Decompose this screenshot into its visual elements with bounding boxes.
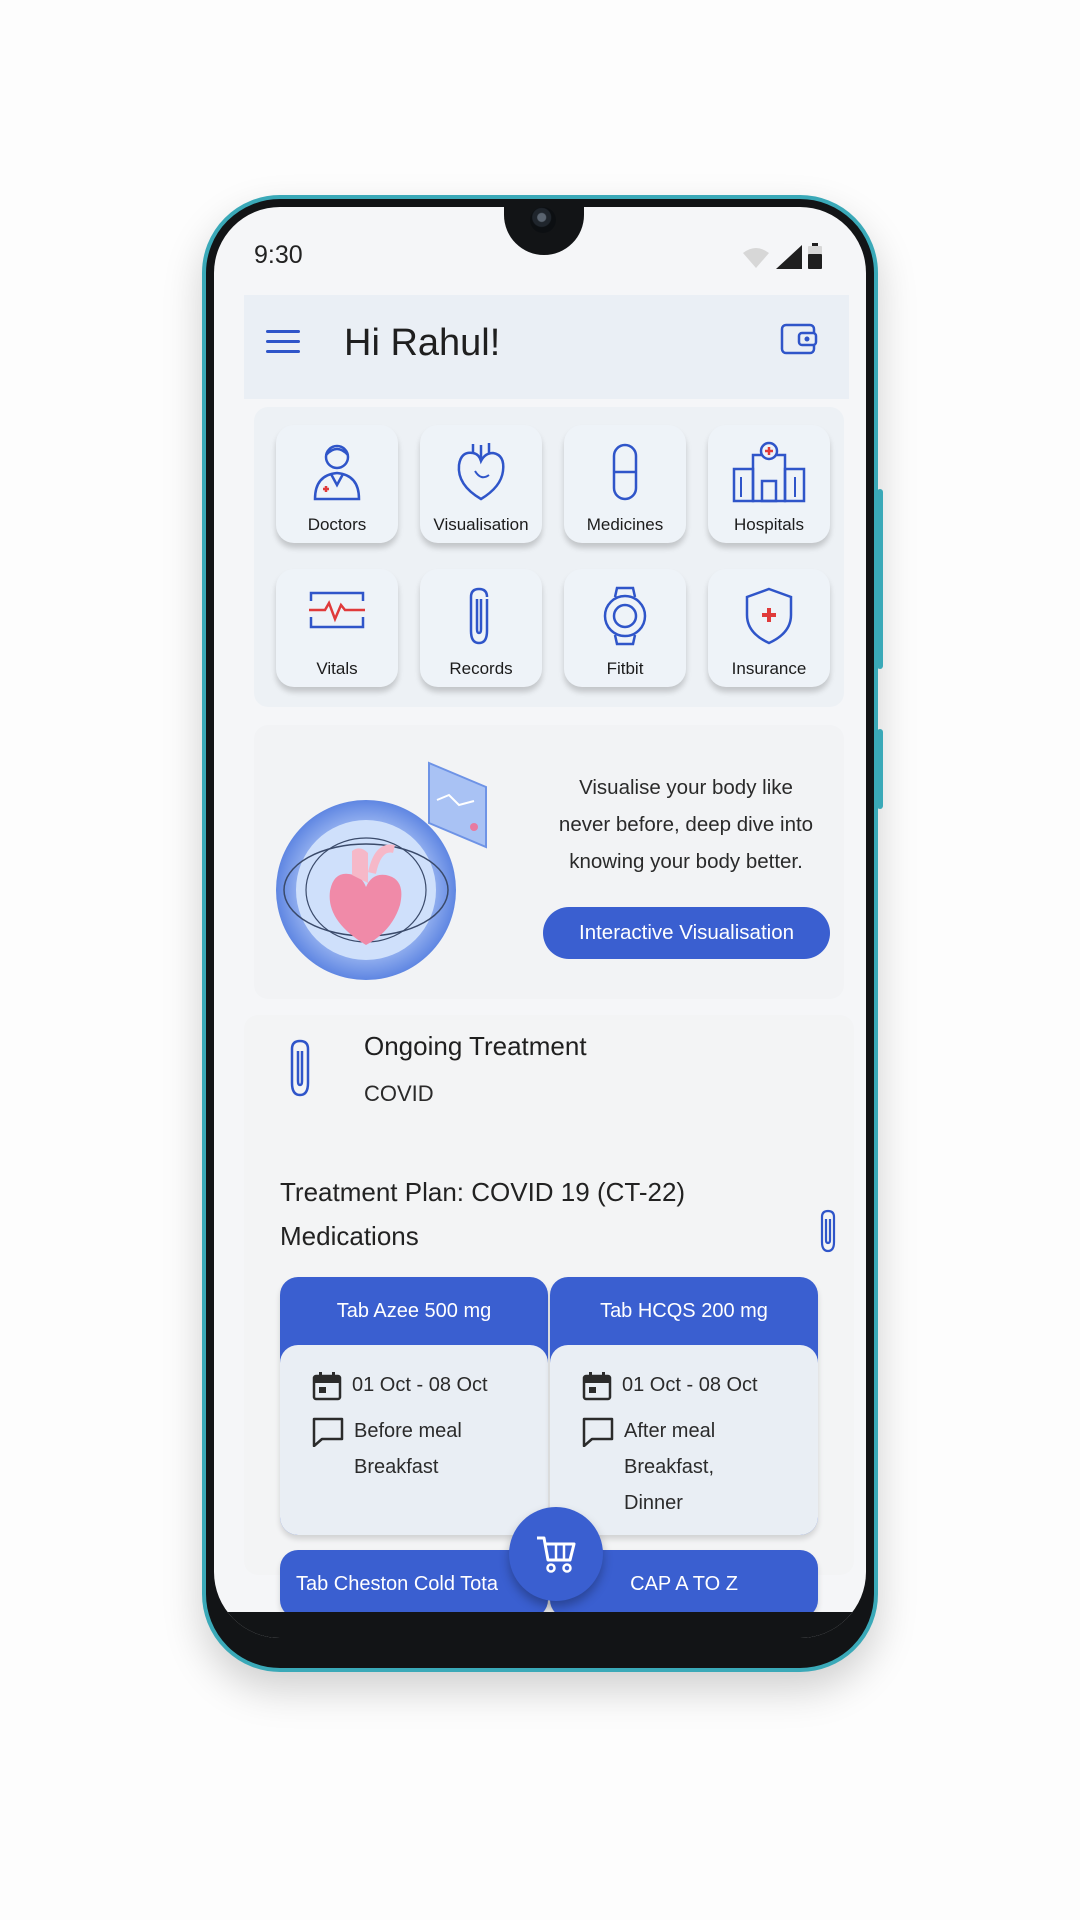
tile-label: Fitbit <box>606 659 644 678</box>
tile-medicines[interactable]: Medicines <box>564 425 686 543</box>
tile-label: Visualisation <box>433 515 529 534</box>
comment-icon <box>312 1417 344 1447</box>
medication-dates: 01 Oct - 08 Oct <box>312 1367 548 1403</box>
shield-plus-icon <box>745 587 793 645</box>
tile-label: Vitals <box>316 659 358 678</box>
treatment-plan-name: Treatment Plan: COVID 19 (CT-22) <box>280 1177 686 1207</box>
medication-dates: 01 Oct - 08 Oct <box>582 1367 818 1403</box>
tile-label: Doctors <box>307 515 367 534</box>
power-button <box>877 729 883 809</box>
doctor-icon <box>313 444 361 501</box>
medication-name: Tab Azee 500 mg <box>336 1300 492 1322</box>
volume-button <box>877 489 883 669</box>
status-icons <box>742 243 822 269</box>
medication-name: Tab Cheston Cold Tota <box>296 1573 498 1595</box>
tile-vitals[interactable]: Vitals <box>276 569 398 687</box>
tile-doctors[interactable]: Doctors <box>276 425 398 543</box>
paperclip-icon <box>469 587 489 645</box>
medications-heading: Medications <box>280 1221 419 1251</box>
heart-visualisation-illustration <box>276 761 487 980</box>
app-screen: 9:30 Hi Rahul! Doctors Visualisation Med… <box>214 207 866 1638</box>
medication-card[interactable]: Tab Azee 500 mg 01 Oct - 08 Oct Before m… <box>280 1277 548 1535</box>
medication-name: Tab HCQS 200 mg <box>600 1300 768 1322</box>
calendar-icon <box>312 1372 342 1401</box>
tile-label: Hospitals <box>734 515 804 534</box>
tile-label: Records <box>449 659 513 678</box>
wallet-icon[interactable] <box>779 319 819 359</box>
tile-hospitals[interactable]: Hospitals <box>708 425 830 543</box>
pill-capsule-icon <box>612 443 638 501</box>
phone-frame: 9:30 Hi Rahul! Doctors Visualisation Med… <box>202 195 883 1672</box>
tile-label: Insurance <box>731 659 807 678</box>
greeting-title: Hi Rahul! <box>344 322 501 364</box>
interactive-visualisation-button[interactable]: Interactive Visualisation <box>543 907 830 959</box>
heart-anatomy-icon <box>457 443 505 501</box>
ongoing-treatment-card: Ongoing Treatment COVID Treatment Plan: … <box>244 1015 854 1618</box>
tile-label: Medicines <box>586 515 664 534</box>
tile-fitbit[interactable]: Fitbit <box>564 569 686 687</box>
shopping-cart-icon <box>537 1536 576 1573</box>
cart-button[interactable] <box>509 1507 603 1601</box>
camera-icon <box>530 207 556 233</box>
status-time: 9:30 <box>254 241 303 269</box>
quick-access-grid: Doctors Visualisation Medicines Hospital… <box>254 407 844 707</box>
medication-instructions: Before meal Breakfast <box>312 1413 548 1485</box>
tile-insurance[interactable]: Insurance <box>708 569 830 687</box>
medication-card[interactable]: Tab Cheston Cold Tota <box>280 1550 548 1618</box>
medication-instructions: After meal Breakfast, Dinner <box>582 1413 818 1521</box>
attach-icon[interactable] <box>814 1208 844 1254</box>
treatment-plan: Treatment Plan: COVID 19 (CT-22) Medicat… <box>280 1170 685 1258</box>
signal-icon <box>776 245 802 269</box>
hamburger-menu-icon[interactable] <box>266 330 300 356</box>
tile-visualisation[interactable]: Visualisation <box>420 425 542 543</box>
app-header: Hi Rahul! <box>244 295 849 399</box>
comment-icon <box>582 1417 614 1447</box>
paperclip-icon <box>290 1039 310 1097</box>
calendar-icon <box>582 1372 612 1401</box>
wifi-icon <box>743 248 769 268</box>
smartwatch-icon <box>603 586 647 646</box>
medication-details: 01 Oct - 08 Oct After meal Breakfast, Dinn… <box>550 1345 818 1535</box>
hospital-icon <box>732 441 806 503</box>
visualisation-card: Visualise your body like never before, d… <box>254 725 844 999</box>
bottom-bezel <box>214 1612 866 1638</box>
visualisation-description: Visualise your body like never before, d… <box>558 776 814 873</box>
battery-icon <box>808 243 822 269</box>
treatment-condition: COVID <box>364 1081 434 1106</box>
tile-records[interactable]: Records <box>420 569 542 687</box>
medication-details: 01 Oct - 08 Oct Before meal Breakfast <box>280 1345 548 1535</box>
vitals-monitor-icon <box>309 591 365 629</box>
medication-card[interactable]: Tab HCQS 200 mg 01 Oct - 08 Oct After me… <box>550 1277 818 1535</box>
treatment-title: Ongoing Treatment <box>364 1031 587 1061</box>
